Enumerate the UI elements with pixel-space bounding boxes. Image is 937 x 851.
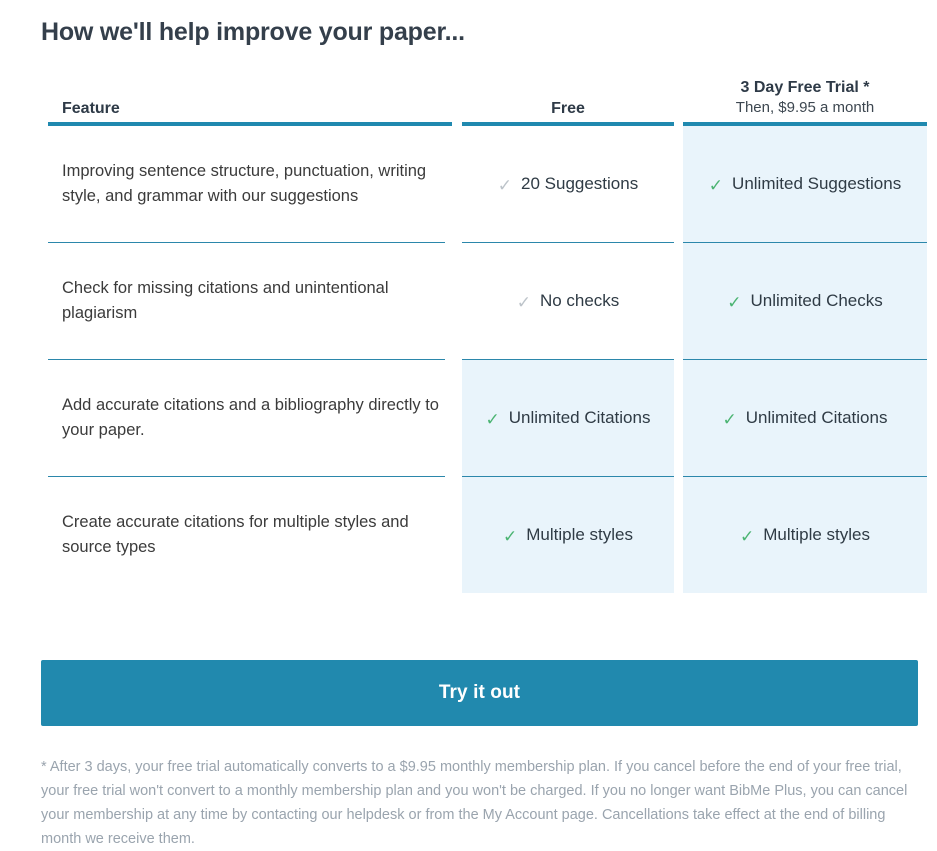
feature-label: Create accurate citations for multiple s… — [62, 513, 409, 556]
column-header-feature: Feature — [62, 100, 120, 117]
trial-plan-cell: ✓ Multiple styles — [683, 477, 927, 593]
trial-plan-value: ✓ Unlimited Suggestions — [709, 174, 901, 194]
table-header-row: Feature Free 3 Day Free Trial * Then, $9… — [41, 64, 918, 122]
table-row: Add accurate citations and a bibliograph… — [41, 360, 927, 476]
feature-label: Add accurate citations and a bibliograph… — [62, 396, 439, 439]
pricing-comparison-page: How we'll help improve your paper... Fea… — [0, 0, 937, 847]
free-plan-cell: ✓ Unlimited Citations — [462, 360, 674, 476]
check-icon: ✓ — [739, 526, 755, 546]
feature-cell: Check for missing citations and unintent… — [41, 243, 453, 359]
check-icon: ✓ — [727, 292, 742, 312]
trial-plan-value: ✓ Unlimited Checks — [727, 291, 883, 311]
try-it-out-button[interactable]: Try it out — [41, 660, 918, 726]
column-header-trial-title: 3 Day Free Trial * — [740, 79, 870, 97]
feature-cell: Add accurate citations and a bibliograph… — [41, 360, 453, 476]
check-icon: ✓ — [708, 175, 724, 195]
check-icon: ✓ — [485, 409, 500, 429]
check-icon: ✓ — [722, 409, 737, 429]
trial-plan-value-label: Unlimited Suggestions — [732, 174, 902, 193]
check-icon: ✓ — [516, 292, 531, 312]
header-cell-feature: Feature — [41, 64, 453, 122]
check-icon: ✓ — [502, 526, 518, 546]
header-cell-free: Free — [462, 64, 674, 122]
free-plan-value: ✓ 20 Suggestions — [498, 174, 638, 194]
header-cell-trial: 3 Day Free Trial * Then, $9.95 a month — [683, 64, 927, 122]
feature-label: Improving sentence structure, punctuatio… — [62, 162, 427, 205]
trial-plan-cell: ✓ Unlimited Checks — [683, 243, 927, 359]
trial-plan-value: ✓ Unlimited Citations — [723, 408, 888, 428]
feature-cell: Improving sentence structure, punctuatio… — [41, 126, 453, 242]
column-gutter — [453, 64, 462, 122]
column-header-trial: 3 Day Free Trial * Then, $9.95 a month — [736, 78, 874, 118]
check-icon: ✓ — [497, 175, 513, 195]
free-plan-value: ✓ No checks — [517, 291, 620, 311]
trial-plan-cell: ✓ Unlimited Suggestions — [683, 126, 927, 242]
trial-plan-value-label: Multiple styles — [763, 525, 870, 544]
free-plan-value-label: No checks — [539, 291, 620, 310]
trial-plan-value: ✓ Multiple styles — [740, 525, 870, 545]
free-plan-cell: ✓ 20 Suggestions — [462, 126, 674, 242]
free-plan-cell: ✓ Multiple styles — [462, 477, 674, 593]
table-row: Check for missing citations and unintent… — [41, 243, 927, 359]
feature-label: Check for missing citations and unintent… — [62, 279, 389, 322]
footnote-disclaimer: * After 3 days, your free trial automati… — [41, 759, 908, 847]
table-row: Improving sentence structure, punctuatio… — [41, 126, 927, 242]
table-row: Create accurate citations for multiple s… — [41, 477, 927, 593]
column-gutter — [674, 64, 683, 122]
trial-plan-value-label: Unlimited Citations — [745, 408, 888, 427]
free-plan-value: ✓ Multiple styles — [503, 525, 633, 545]
trial-plan-value-label: Unlimited Checks — [750, 291, 883, 310]
free-plan-value-label: Unlimited Citations — [508, 408, 651, 427]
free-plan-value-label: 20 Suggestions — [521, 174, 639, 193]
page-title: How we'll help improve your paper... — [41, 18, 465, 46]
column-header-free: Free — [551, 100, 585, 117]
feature-cell: Create accurate citations for multiple s… — [41, 477, 453, 593]
free-plan-value-label: Multiple styles — [526, 525, 633, 544]
free-plan-value: ✓ Unlimited Citations — [486, 408, 651, 428]
free-plan-cell: ✓ No checks — [462, 243, 674, 359]
feature-comparison-table: Feature Free 3 Day Free Trial * Then, $9… — [41, 64, 927, 593]
column-header-trial-subtitle: Then, $9.95 a month — [735, 99, 875, 117]
trial-plan-cell: ✓ Unlimited Citations — [683, 360, 927, 476]
